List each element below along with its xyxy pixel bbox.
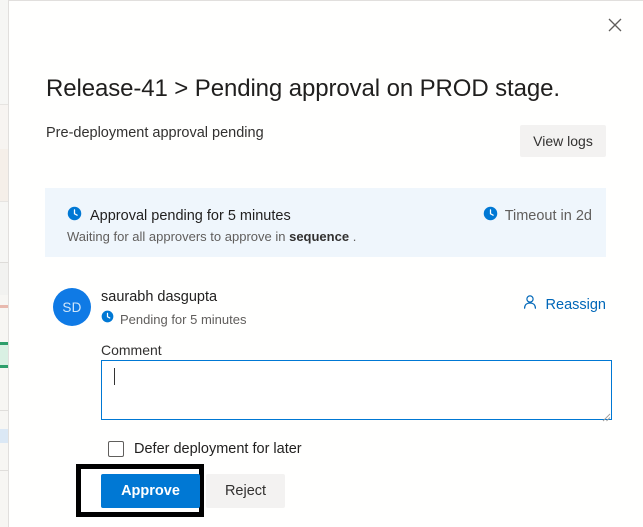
banner-waiting-suffix: . bbox=[352, 229, 357, 244]
banner-waiting-emphasis: sequence bbox=[289, 229, 350, 244]
bg-fragment bbox=[0, 308, 8, 342]
approver-name: saurabh dasgupta bbox=[101, 289, 218, 305]
checkbox-box-icon bbox=[108, 441, 124, 457]
person-icon bbox=[522, 294, 538, 315]
background-page-sliver bbox=[0, 0, 8, 527]
approver-status: Pending for 5 minutes bbox=[101, 310, 246, 328]
bg-fragment bbox=[0, 295, 8, 305]
close-button[interactable] bbox=[597, 7, 633, 43]
banner-waiting-prefix: Waiting for all approvers to approve in bbox=[67, 229, 286, 244]
comment-label: Comment bbox=[101, 342, 162, 358]
panel-subtitle: Pre-deployment approval pending bbox=[46, 125, 264, 141]
approval-panel: Release-41 > Pending approval on PROD st… bbox=[8, 0, 643, 527]
reject-button[interactable]: Reject bbox=[206, 474, 285, 508]
avatar: SD bbox=[53, 288, 91, 326]
bg-fragment bbox=[0, 202, 8, 262]
bg-fragment bbox=[0, 471, 8, 527]
text-caret bbox=[114, 368, 115, 385]
approval-status-banner: Approval pending for 5 minutes Timeout i… bbox=[45, 188, 606, 257]
banner-secondary-row: Waiting for all approvers to approve in … bbox=[67, 229, 356, 244]
reassign-label: Reassign bbox=[545, 296, 606, 313]
reassign-button[interactable]: Reassign bbox=[522, 294, 606, 315]
view-logs-button[interactable]: View logs bbox=[520, 125, 606, 157]
bg-fragment bbox=[0, 149, 8, 201]
close-icon bbox=[608, 18, 622, 32]
bg-fragment bbox=[0, 443, 8, 470]
bg-fragment bbox=[0, 429, 8, 443]
comment-input[interactable] bbox=[101, 360, 612, 420]
approve-button[interactable]: Approve bbox=[101, 474, 200, 508]
banner-timeout-text: Timeout in 2d bbox=[504, 208, 592, 224]
clock-icon bbox=[67, 206, 82, 226]
bg-fragment bbox=[0, 345, 8, 365]
bg-fragment bbox=[0, 411, 8, 429]
approver-status-text: Pending for 5 minutes bbox=[120, 311, 247, 327]
clock-icon bbox=[101, 310, 114, 328]
banner-primary-row: Approval pending for 5 minutes bbox=[67, 206, 291, 226]
bg-fragment bbox=[0, 0, 8, 104]
page-title: Release-41 > Pending approval on PROD st… bbox=[46, 75, 560, 102]
bg-fragment bbox=[0, 263, 8, 295]
defer-deployment-checkbox[interactable]: Defer deployment for later bbox=[108, 441, 302, 457]
defer-deployment-label: Defer deployment for later bbox=[134, 441, 302, 457]
banner-pending-text: Approval pending for 5 minutes bbox=[90, 208, 291, 224]
bg-fragment bbox=[0, 368, 8, 410]
clock-icon bbox=[483, 206, 498, 226]
bg-fragment bbox=[0, 105, 8, 149]
banner-timeout: Timeout in 2d bbox=[483, 206, 592, 226]
approver-row: SD saurabh dasgupta Pending for 5 minute… bbox=[45, 287, 606, 327]
